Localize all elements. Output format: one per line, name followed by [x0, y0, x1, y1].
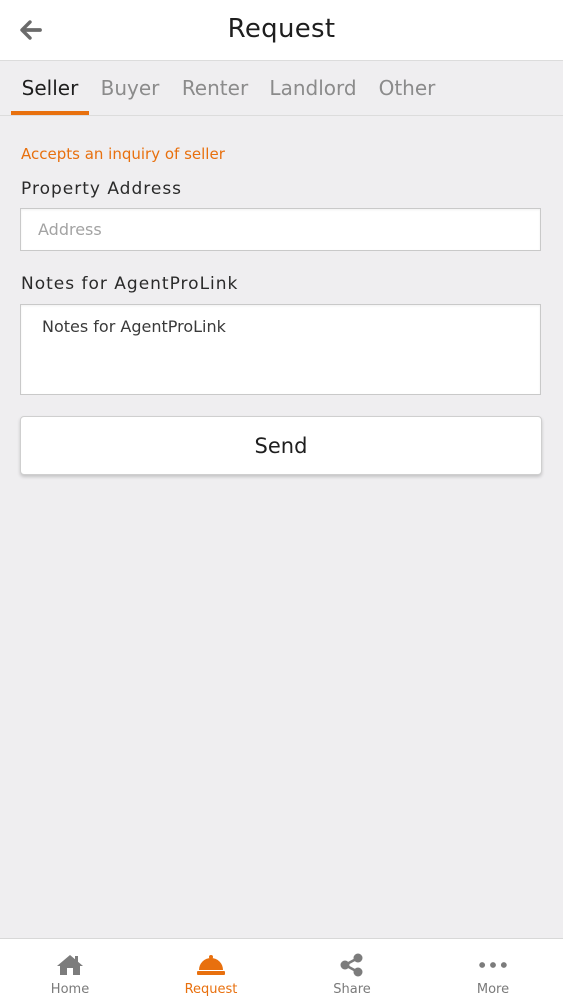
tab-landlord[interactable]: Landlord [268, 61, 358, 115]
nav-home-label: Home [50, 982, 90, 997]
address-label: Property Address [21, 179, 183, 199]
home-icon [55, 953, 85, 977]
tab-renter[interactable]: Renter [178, 61, 252, 115]
nav-more[interactable]: More [423, 939, 563, 1001]
request-type-tabs: Seller Buyer Renter Landlord Other [0, 61, 563, 116]
tab-other[interactable]: Other [374, 61, 440, 115]
nav-home[interactable]: Home [0, 939, 140, 1001]
active-tab-indicator [11, 111, 89, 115]
nav-share[interactable]: Share [282, 939, 422, 1001]
bottom-navigation: Home Request Share More [0, 938, 563, 1001]
address-input[interactable] [20, 208, 541, 251]
notes-label: Notes for AgentProLink [21, 274, 239, 294]
app-header: Request [0, 0, 563, 61]
nav-request[interactable]: Request [141, 939, 281, 1001]
more-icon [478, 953, 508, 977]
page-title: Request [227, 14, 336, 44]
nav-more-label: More [476, 982, 510, 997]
bell-icon [196, 953, 226, 977]
tab-buyer[interactable]: Buyer [97, 61, 163, 115]
form-hint: Accepts an inquiry of seller [21, 145, 225, 163]
tab-seller[interactable]: Seller [11, 61, 89, 115]
notes-input[interactable] [20, 304, 541, 395]
share-icon [337, 953, 367, 977]
nav-request-label: Request [184, 982, 238, 997]
nav-share-label: Share [333, 982, 371, 997]
send-button[interactable]: Send [20, 416, 542, 475]
